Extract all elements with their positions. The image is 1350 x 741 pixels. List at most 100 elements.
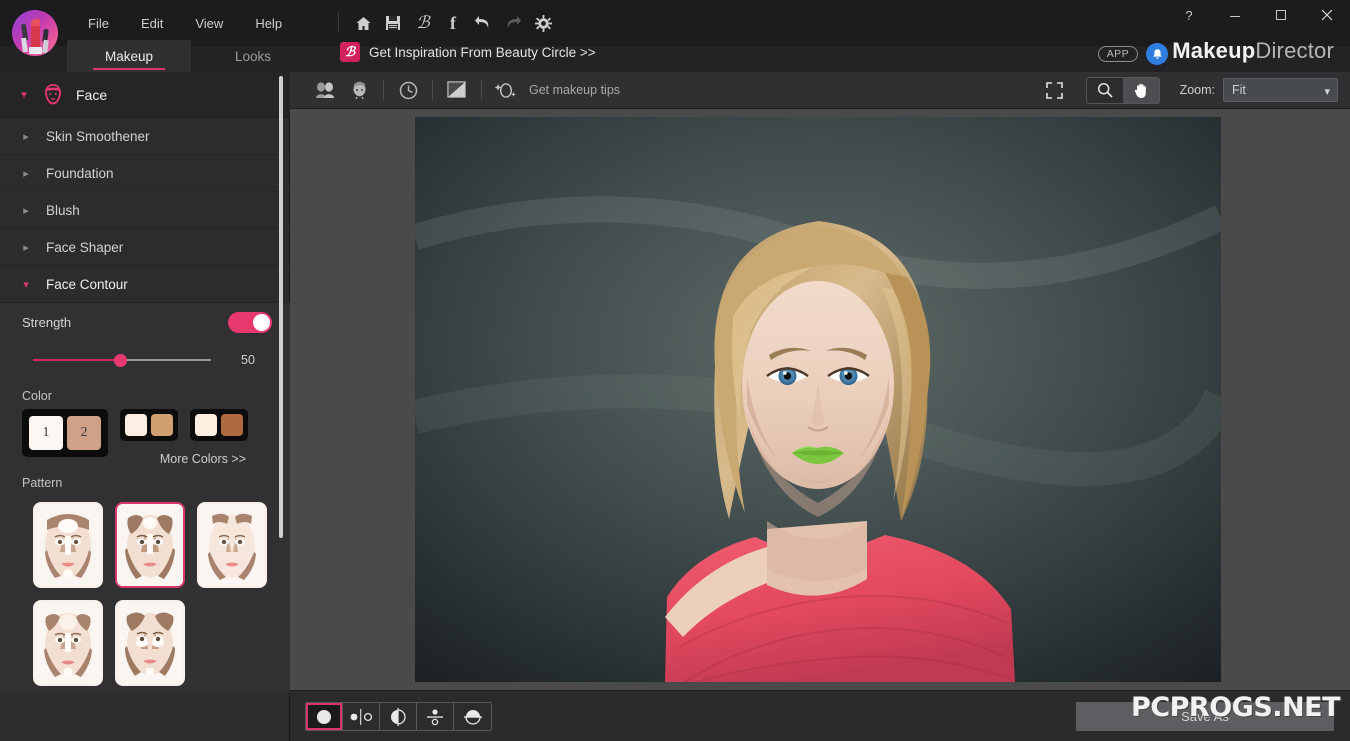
sidebar-item-blush[interactable]: ▸ Blush [0, 192, 290, 229]
strength-value: 50 [241, 353, 255, 367]
sidebar-header-label: Face [76, 86, 108, 103]
beauty-circle-badge: ℬ [340, 42, 360, 62]
notification-bell-icon[interactable] [1146, 43, 1168, 65]
view-split-vertical-button[interactable] [380, 703, 417, 730]
facebook-icon[interactable]: f [439, 9, 467, 37]
color-pair-option-2[interactable] [190, 409, 248, 441]
chevron-right-icon: ▸ [23, 241, 29, 254]
sidebar-item-face-shaper[interactable]: ▸ Face Shaper [0, 229, 290, 266]
pattern-section-label: Pattern [22, 476, 63, 490]
app-badge[interactable]: APP [1097, 46, 1138, 62]
brand-bold: Makeup [1172, 38, 1256, 63]
bottom-bar: Save As [290, 690, 1350, 741]
save-as-button[interactable]: Save As [1076, 702, 1334, 731]
pattern-thumbnail-2[interactable] [115, 502, 185, 588]
slider-fill [33, 359, 121, 361]
close-button[interactable] [1304, 0, 1350, 30]
sidebar-header-face[interactable]: ▾ Face [0, 72, 290, 118]
sidebar-item-label: Face Shaper [46, 239, 124, 255]
canvas-tools [1085, 76, 1160, 104]
photo-canvas[interactable] [290, 109, 1350, 690]
beauty-circle-text: Get Inspiration From Beauty Circle >> [369, 44, 596, 60]
color-pair-option-1[interactable] [120, 409, 178, 441]
pattern-thumbnail-1[interactable] [33, 502, 103, 588]
more-colors-link[interactable]: More Colors >> [160, 452, 246, 466]
zoom-select[interactable]: Fit ▾ [1223, 78, 1338, 102]
fullscreen-icon[interactable] [1038, 76, 1072, 104]
menu-file[interactable]: File [72, 10, 125, 37]
sidebar-item-face-contour[interactable]: ▾ Face Contour [0, 266, 290, 303]
toolbar-divider [383, 80, 384, 100]
portrait-photo-image [415, 117, 1221, 682]
slider-thumb[interactable] [114, 354, 127, 367]
sidebar-item-label: Skin Smoothener [46, 128, 150, 144]
window-controls: ? [1166, 0, 1350, 30]
settings-gear-icon[interactable] [529, 9, 557, 37]
pattern-thumbnail-3[interactable] [197, 502, 267, 588]
color-swatch [151, 414, 173, 436]
color-section-label: Color [22, 389, 52, 403]
sidebar-item-label: Blush [46, 202, 80, 218]
canvas-toolbar: Get makeup tips Zoom: Fit ▾ [290, 72, 1350, 109]
before-after-icon[interactable] [440, 76, 474, 104]
view-side-by-side-button[interactable] [343, 703, 380, 730]
zoom-label: Zoom: [1179, 83, 1215, 97]
sidebar-item-label: Face Contour [46, 276, 128, 292]
toolbar-divider [432, 80, 433, 100]
view-single-button[interactable] [306, 703, 343, 730]
hand-tool[interactable] [1122, 77, 1159, 103]
sidebar-item-foundation[interactable]: ▸ Foundation [0, 155, 290, 192]
makeup-tips-icon[interactable] [489, 76, 523, 104]
undo-icon[interactable] [469, 9, 497, 37]
portrait-photo [415, 117, 1221, 682]
redo-icon[interactable] [499, 9, 527, 37]
tab-looks[interactable]: Looks [191, 40, 315, 72]
home-icon[interactable] [349, 9, 377, 37]
chevron-right-icon: ▸ [23, 204, 29, 217]
chevron-down-icon: ▾ [21, 89, 27, 101]
pattern-thumbnail-4[interactable] [33, 600, 103, 686]
strength-toggle[interactable] [228, 311, 272, 333]
view-split-dot-button[interactable] [417, 703, 454, 730]
zoom-value: Fit [1232, 83, 1246, 97]
menu-view[interactable]: View [179, 10, 239, 37]
sidebar-item-skin-smoothener[interactable]: ▸ Skin Smoothener [0, 118, 290, 155]
color-row: 1 2 More Colors >> [0, 409, 290, 466]
strength-label: Strength [22, 314, 72, 330]
compare-faces-icon[interactable] [308, 76, 342, 104]
minimize-button[interactable] [1212, 0, 1258, 30]
sidebar-scrollbar[interactable] [279, 76, 283, 538]
pattern-thumbnail-5[interactable] [115, 600, 185, 686]
help-button[interactable]: ? [1166, 0, 1212, 30]
brand-light: Director [1255, 38, 1334, 63]
save-icon[interactable] [379, 9, 407, 37]
makeup-director-window: File Edit View Help ℬ f ? Makeup Looks ℬ… [0, 0, 1350, 741]
beauty-circle-link[interactable]: ℬ Get Inspiration From Beauty Circle >> [340, 42, 596, 62]
toolbar-divider [338, 13, 339, 33]
menu-help[interactable]: Help [239, 10, 298, 37]
makeup-tips-label[interactable]: Get makeup tips [529, 83, 620, 97]
color-pairs-column: More Colors >> [120, 409, 248, 466]
face-detect-icon[interactable] [342, 76, 376, 104]
strength-slider[interactable] [33, 352, 211, 368]
app-title: MakeupDirector [1172, 38, 1334, 64]
sidebar-scroll-area: ▾ Face ▸ Skin Smoothener ▸ Foundation ▸ … [0, 72, 290, 741]
tab-makeup[interactable]: Makeup [67, 40, 191, 72]
color-swatch [195, 414, 217, 436]
face-outline-icon [40, 82, 66, 108]
menu-edit[interactable]: Edit [125, 10, 179, 37]
pattern-grid [0, 496, 270, 686]
color-swatch-1[interactable]: 1 [29, 416, 63, 450]
chevron-right-icon: ▸ [23, 167, 29, 180]
chevron-right-icon: ▸ [23, 130, 29, 143]
view-split-horizontal-button[interactable] [454, 703, 491, 730]
face-contour-panel: Strength 50 Color 1 2 More Colors >> Pat… [0, 303, 290, 692]
strength-row: Strength [0, 303, 290, 341]
selected-color-pair[interactable]: 1 2 [22, 409, 108, 457]
maximize-button[interactable] [1258, 0, 1304, 30]
history-icon[interactable] [391, 76, 425, 104]
beauty-circle-icon[interactable]: ℬ [409, 9, 437, 37]
toolbar-divider [481, 80, 482, 100]
zoom-tool[interactable] [1086, 77, 1123, 103]
color-swatch-2[interactable]: 2 [67, 416, 101, 450]
